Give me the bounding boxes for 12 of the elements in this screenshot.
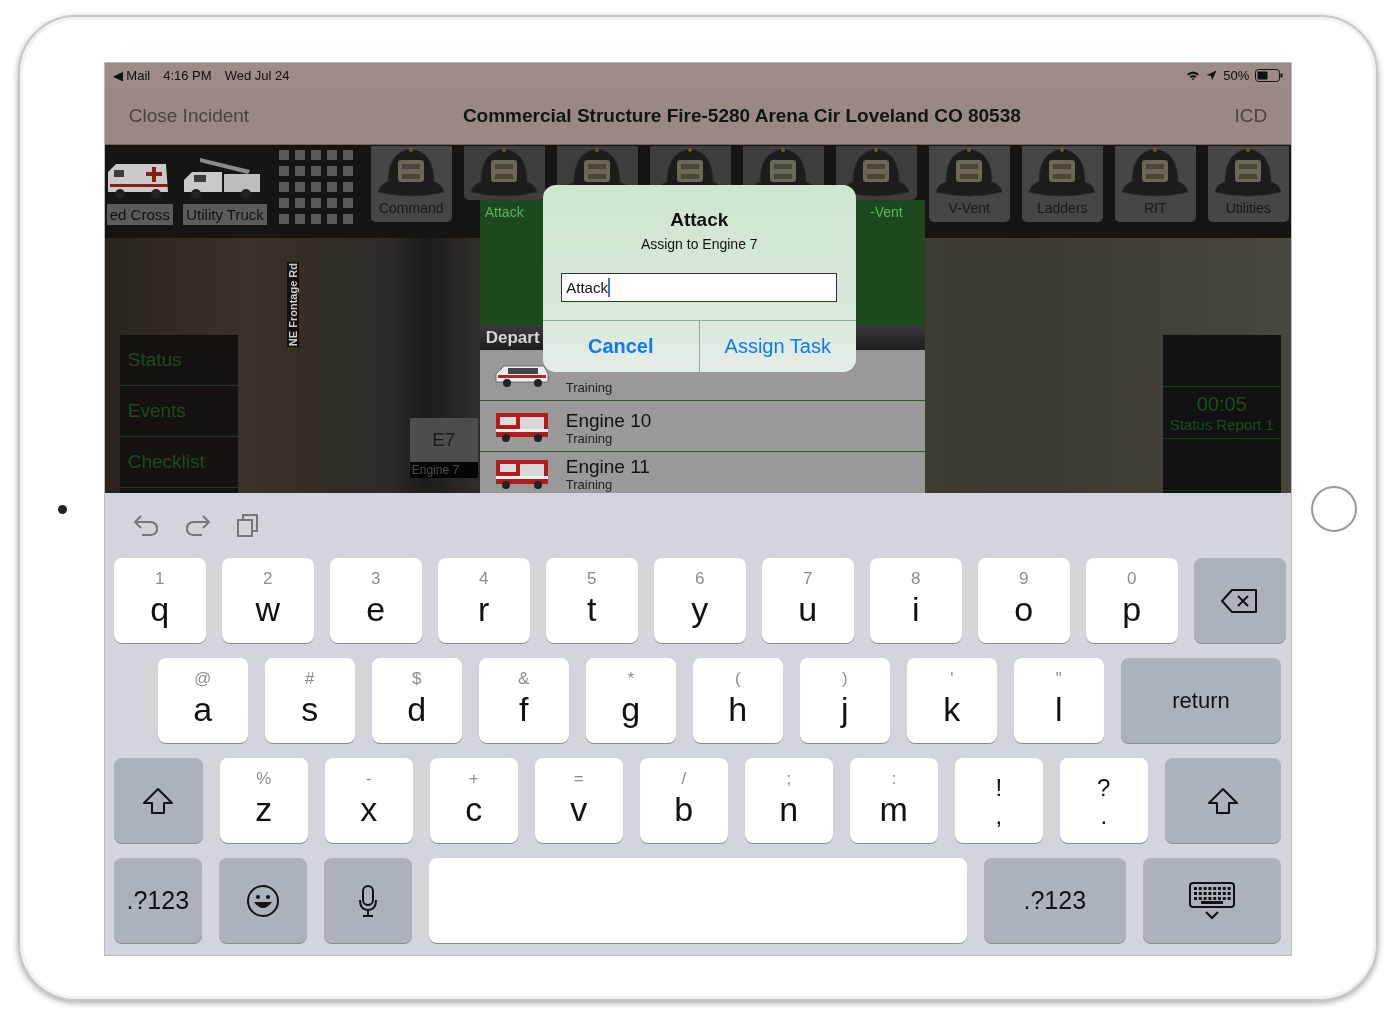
incident-title: Commercial Structure Fire-5280 Arena Cir Loveland CO 80538 [461, 104, 1022, 127]
battery-percent: 50% [1223, 67, 1250, 83]
list-header: Depart [485, 327, 540, 348]
dialog-title: Attack [670, 209, 729, 231]
timer-label: Status Report 1 [1169, 415, 1274, 433]
status-date: Wed Jul 24 [224, 67, 290, 83]
unit-marker-label: Engine 7 [409, 462, 478, 478]
task-label: Attack [484, 204, 524, 220]
dialog-message: Assign to Engine 7 [640, 236, 758, 252]
task-label: -Vent [870, 204, 903, 220]
status-time: 4:16 PM [163, 67, 212, 83]
timer-value: 00:05 [1196, 392, 1247, 416]
